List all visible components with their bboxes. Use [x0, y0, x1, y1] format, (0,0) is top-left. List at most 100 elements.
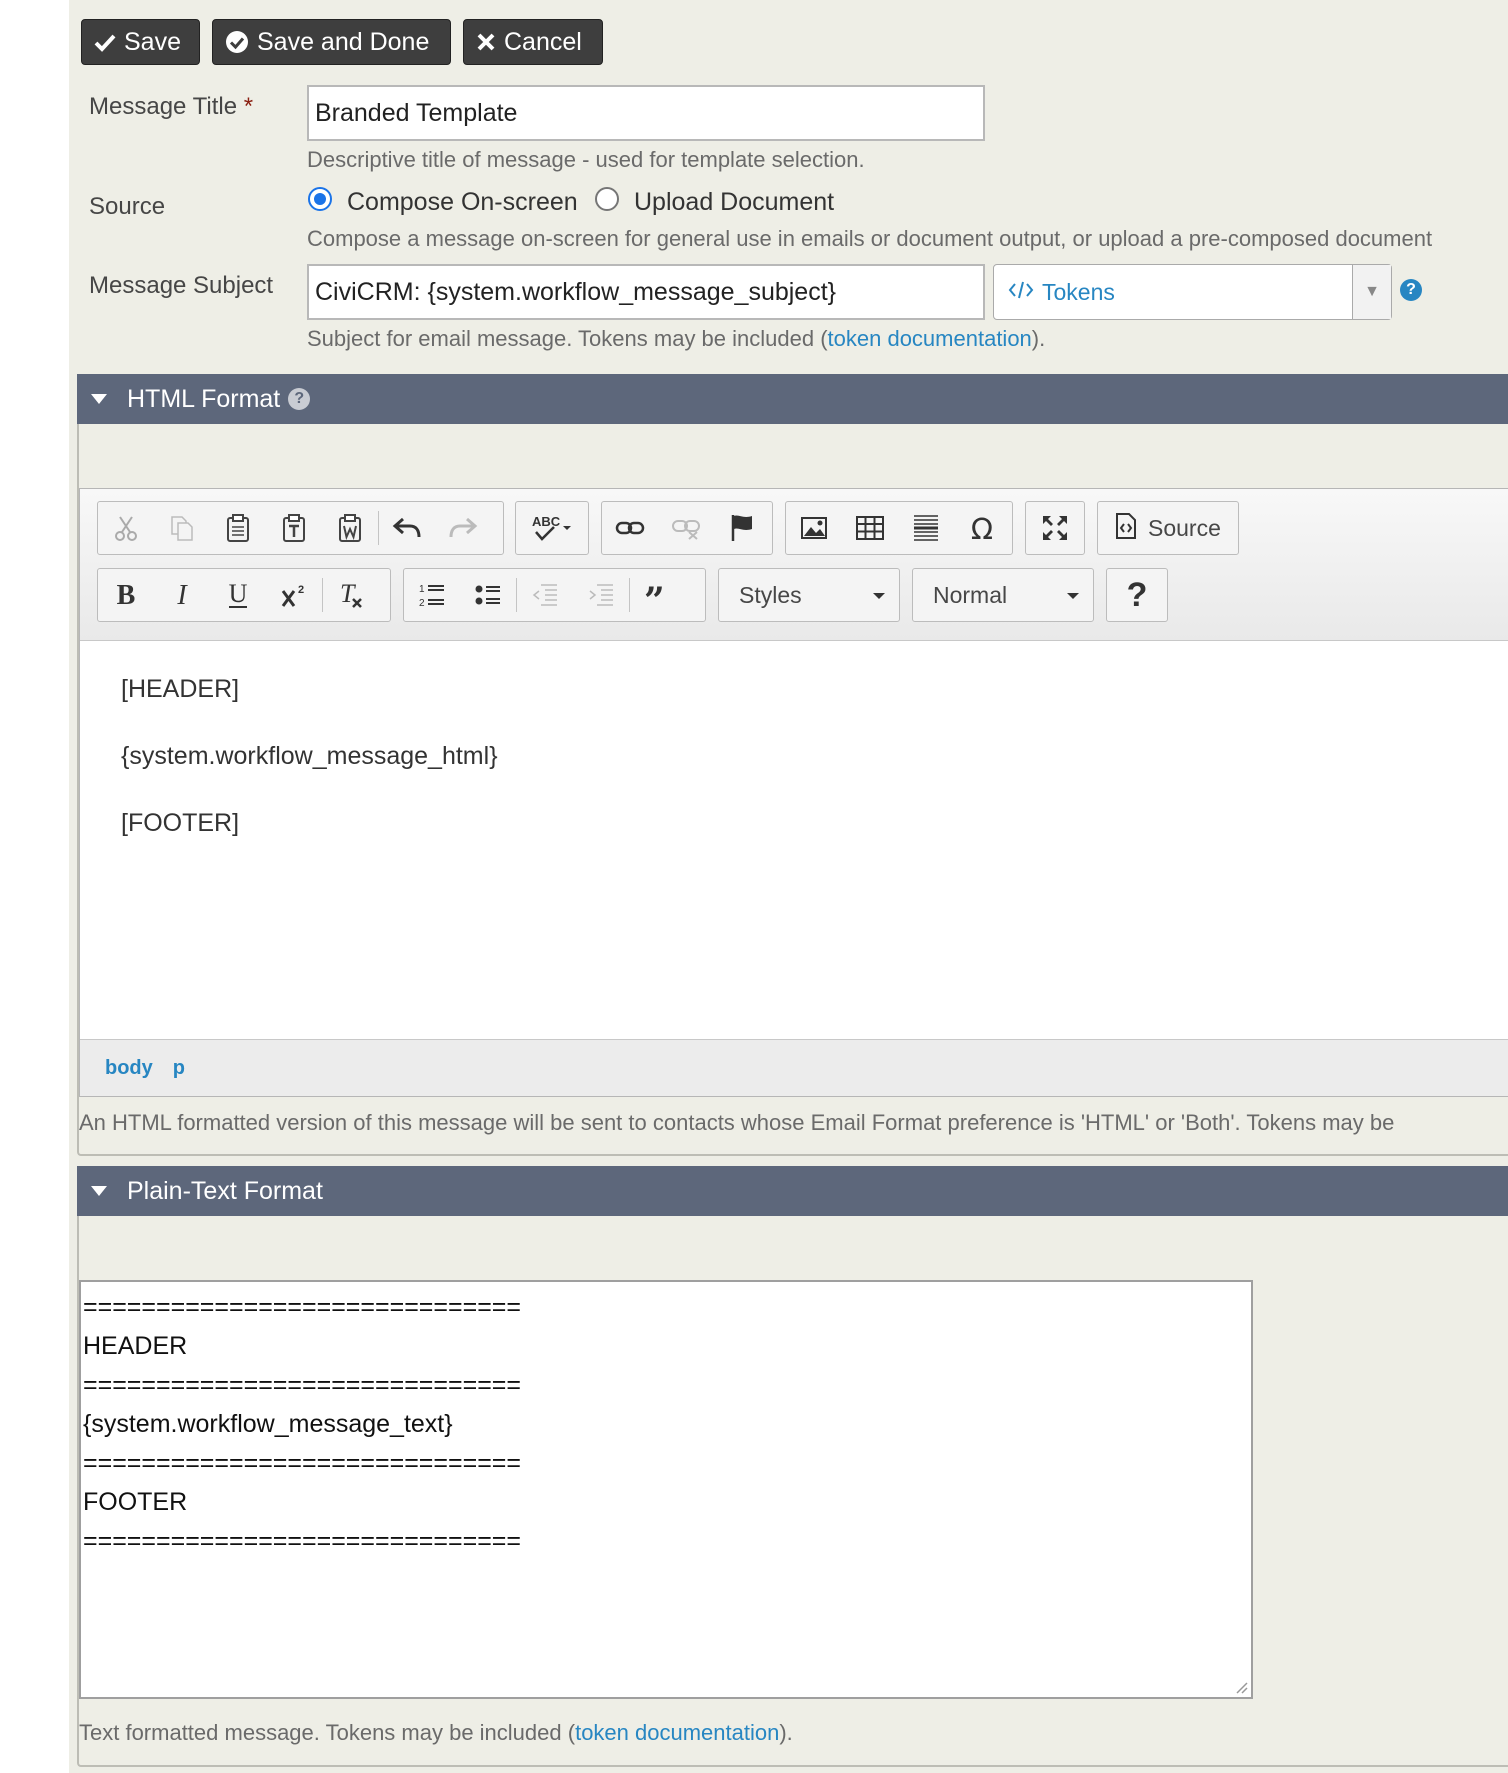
blockquote-icon[interactable]: ” [630, 569, 686, 621]
source-button[interactable]: Source [1097, 501, 1239, 555]
link-icon[interactable] [602, 502, 658, 554]
code-icon [1008, 279, 1034, 306]
numbered-list-icon[interactable]: 12 [404, 569, 460, 621]
paste-word-icon[interactable] [322, 502, 378, 554]
redo-icon[interactable] [435, 502, 491, 554]
text-line: HEADER [83, 1332, 188, 1360]
spellcheck-toolbar-group: ABC [515, 501, 589, 555]
text-line: FOOTER [83, 1488, 188, 1516]
message-title-help: Descriptive title of message - used for … [307, 147, 865, 172]
cancel-button[interactable]: Cancel [463, 19, 603, 65]
underline-icon[interactable]: U [210, 569, 266, 621]
editor-content-area[interactable]: [HEADER] {system.workflow_message_html} … [80, 641, 1508, 1029]
maximize-toolbar-group [1025, 501, 1085, 555]
svg-text:U: U [229, 580, 248, 608]
collapse-arrow-icon [91, 394, 107, 404]
save-button[interactable]: Save [81, 19, 200, 65]
required-marker: * [243, 93, 254, 120]
text-line: ============================== [83, 1293, 521, 1321]
source-label: Source [89, 193, 166, 220]
check-circle-icon [225, 30, 249, 54]
text-line: ============================== [83, 1371, 521, 1399]
tokens-dropdown-arrow-icon[interactable]: ▼ [1352, 265, 1391, 319]
svg-text:ABC: ABC [532, 514, 561, 529]
format-dropdown-label: Normal [933, 581, 1008, 608]
plain-text-help-text: Text formatted message. Tokens may be in… [79, 1720, 576, 1745]
link-toolbar-group [601, 501, 773, 555]
source-document-icon [1114, 512, 1138, 545]
html-format-accordion-header[interactable]: HTML Format ? [77, 374, 1508, 424]
path-body[interactable]: body [105, 1057, 153, 1080]
cancel-button-label: Cancel [504, 27, 582, 56]
source-help: Compose a message on-screen for general … [307, 226, 1433, 251]
italic-icon[interactable]: I [154, 569, 210, 621]
cut-icon[interactable] [98, 502, 154, 554]
anchor-icon[interactable] [714, 502, 770, 554]
insert-toolbar-group: Ω [785, 501, 1013, 555]
upload-document-radio[interactable] [595, 187, 619, 211]
spellcheck-icon[interactable]: ABC [516, 502, 588, 554]
tokens-label: Tokens [1042, 278, 1115, 305]
remove-format-icon[interactable]: T [323, 569, 379, 621]
message-subject-value: CiviCRM: {system.workflow_message_subjec… [315, 277, 837, 306]
token-documentation-link[interactable]: token documentation [575, 1720, 779, 1745]
superscript-icon[interactable]: 2 [266, 569, 322, 621]
tokens-select[interactable]: Tokens ▼ [993, 264, 1392, 320]
compose-onscreen-label[interactable]: Compose On-screen [347, 188, 578, 217]
subject-help-end: ). [1031, 326, 1046, 351]
list-toolbar-group: 12 ” [403, 568, 706, 622]
message-title-input[interactable]: Branded Template [307, 85, 985, 141]
text-line: ============================== [83, 1527, 521, 1555]
editor-line: [HEADER] [121, 675, 240, 703]
svg-text:B: B [117, 581, 136, 609]
upload-document-label[interactable]: Upload Document [634, 188, 834, 217]
table-icon[interactable] [842, 502, 898, 554]
save-button-label: Save [124, 27, 181, 56]
styles-dropdown-label: Styles [739, 581, 802, 608]
plain-text-help: Text formatted message. Tokens may be in… [79, 1720, 793, 1746]
undo-icon[interactable] [379, 502, 435, 554]
chevron-down-icon [873, 593, 885, 599]
collapse-arrow-icon [91, 1186, 107, 1196]
svg-text:I: I [176, 581, 188, 609]
help-icon[interactable]: ? [288, 388, 311, 410]
horizontal-rule-icon[interactable] [898, 502, 954, 554]
message-title-value: Branded Template [315, 98, 518, 127]
message-subject-label: Message Subject [89, 272, 274, 299]
message-subject-input[interactable]: CiviCRM: {system.workflow_message_subjec… [307, 264, 985, 320]
bulleted-list-icon[interactable] [460, 569, 516, 621]
message-title-label: Message Title * [89, 93, 253, 121]
plain-text-format-accordion-header[interactable]: Plain-Text Format [77, 1166, 1508, 1216]
help-icon[interactable]: ? [1400, 279, 1422, 301]
svg-text:2: 2 [419, 598, 425, 609]
close-icon [476, 32, 496, 52]
svg-text:1: 1 [419, 584, 425, 595]
compose-onscreen-radio[interactable] [308, 187, 332, 211]
plain-text-textarea[interactable]: ============================== HEADER ==… [79, 1280, 1253, 1699]
check-icon [94, 31, 116, 53]
editor-line: {system.workflow_message_html} [121, 742, 498, 770]
save-and-done-button-label: Save and Done [257, 27, 430, 56]
path-p[interactable]: p [173, 1057, 185, 1080]
paste-text-icon[interactable] [266, 502, 322, 554]
maximize-icon[interactable] [1026, 502, 1084, 554]
svg-text:T: T [340, 580, 356, 608]
indent-icon[interactable] [573, 569, 629, 621]
bold-icon[interactable]: B [98, 569, 154, 621]
text-line: ============================== [83, 1449, 521, 1477]
format-dropdown[interactable]: Normal [912, 568, 1094, 622]
html-format-help: An HTML formatted version of this messag… [79, 1110, 1395, 1135]
plain-text-help-end: ). [779, 1720, 793, 1745]
styles-dropdown[interactable]: Styles [718, 568, 900, 622]
paste-icon[interactable] [210, 502, 266, 554]
copy-icon[interactable] [154, 502, 210, 554]
special-char-icon[interactable]: Ω [954, 502, 1010, 554]
editor-help-button[interactable]: ? [1106, 568, 1168, 622]
save-and-done-button[interactable]: Save and Done [212, 19, 451, 65]
resize-handle-icon[interactable] [1233, 1679, 1249, 1695]
unlink-icon[interactable] [658, 502, 714, 554]
image-icon[interactable] [786, 502, 842, 554]
editor-line: [FOOTER] [121, 809, 240, 837]
outdent-icon[interactable] [517, 569, 573, 621]
token-documentation-link[interactable]: token documentation [828, 326, 1032, 351]
